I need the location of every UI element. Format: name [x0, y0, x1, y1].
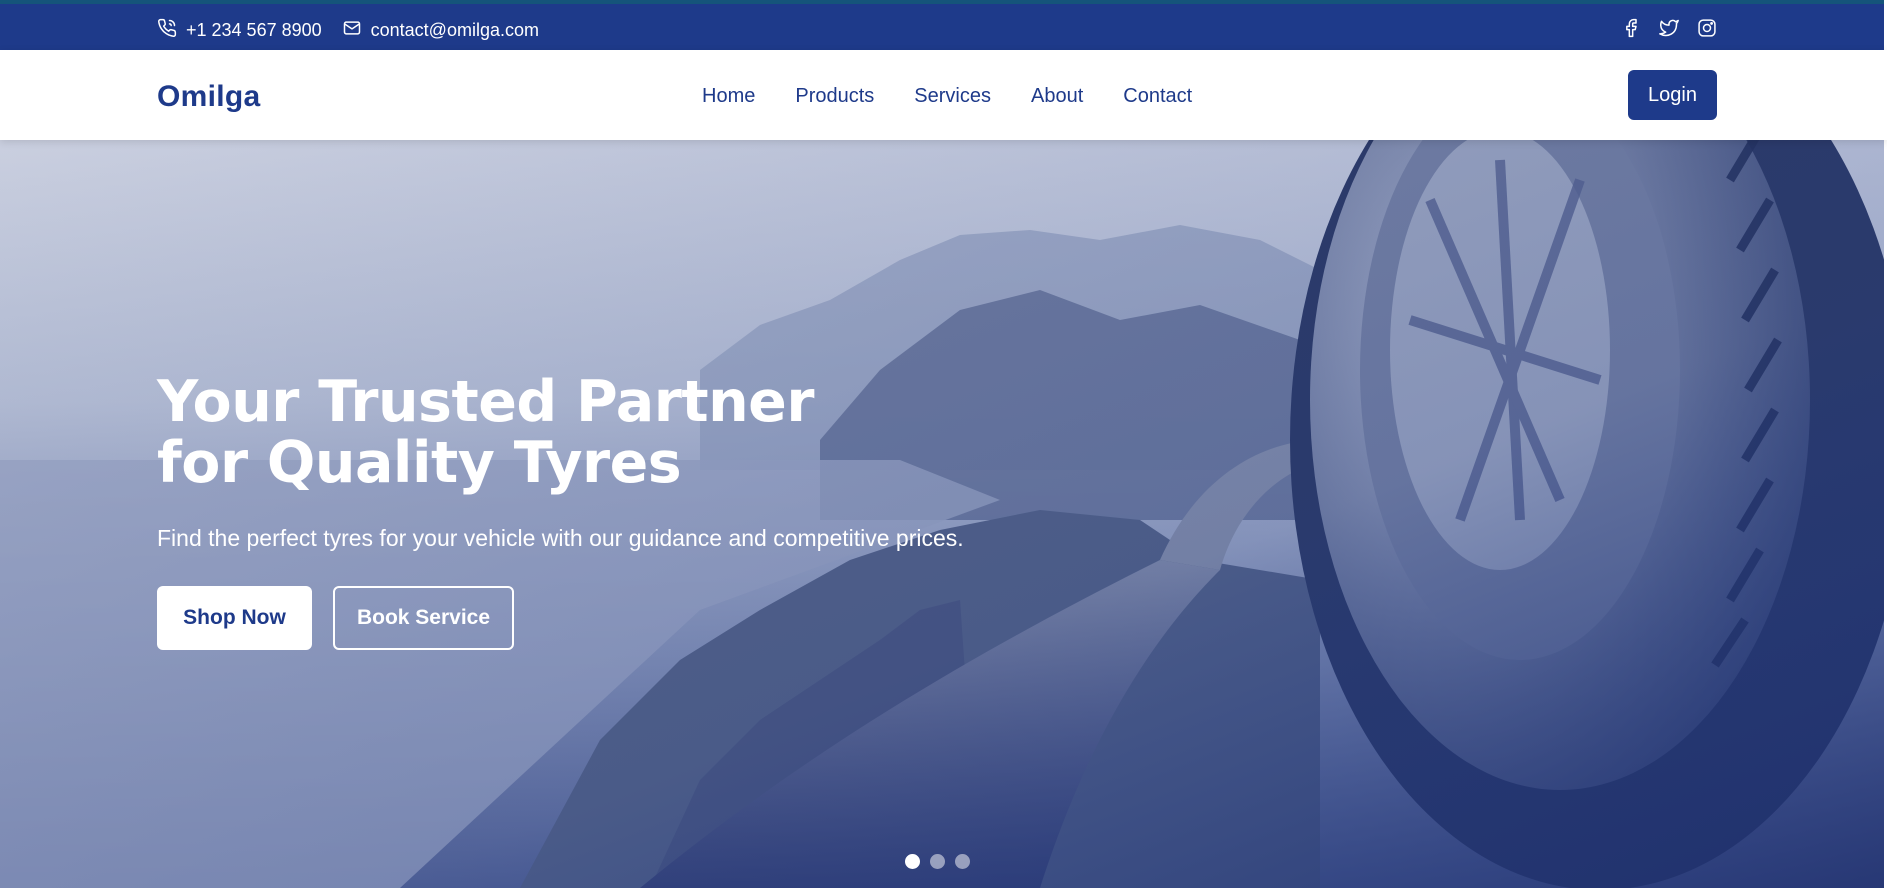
carousel-dot-1[interactable]	[905, 854, 920, 869]
phone-icon	[157, 18, 186, 43]
phone-contact[interactable]: +1 234 567 8900	[157, 18, 322, 43]
login-button[interactable]: Login	[1628, 70, 1717, 120]
hero-content: Your Trusted Partner for Quality Tyres F…	[157, 372, 964, 650]
main-navbar: Omilga Home Products Services About Cont…	[0, 50, 1887, 140]
email-address: contact@omilga.com	[370, 20, 539, 40]
hero-title: Your Trusted Partner for Quality Tyres	[157, 369, 814, 496]
book-service-button[interactable]: Book Service	[333, 586, 514, 650]
carousel-indicators	[905, 854, 980, 869]
email-contact[interactable]: contact@omilga.com	[342, 18, 539, 43]
nav-contact[interactable]: Contact	[1123, 85, 1192, 108]
nav-home[interactable]: Home	[702, 85, 755, 108]
top-contact-bar: +1 234 567 8900 contact@omilga.com	[0, 0, 1887, 50]
phone-number: +1 234 567 8900	[186, 20, 322, 40]
nav-about[interactable]: About	[1031, 85, 1083, 108]
mail-icon	[342, 18, 371, 43]
brand-logo[interactable]: Omilga	[157, 80, 261, 114]
facebook-icon[interactable]	[1621, 18, 1641, 38]
twitter-icon[interactable]	[1659, 18, 1679, 38]
contact-info: +1 234 567 8900 contact@omilga.com	[157, 18, 559, 43]
social-links	[1603, 18, 1717, 38]
hero-buttons: Shop Now Book Service	[157, 586, 964, 650]
nav-products[interactable]: Products	[795, 85, 874, 108]
carousel-dot-2[interactable]	[930, 854, 945, 869]
shop-now-button[interactable]: Shop Now	[157, 586, 312, 650]
hero-banner: Your Trusted Partner for Quality Tyres F…	[0, 140, 1884, 888]
nav-services[interactable]: Services	[914, 85, 991, 108]
main-menu: Home Products Services About Contact	[702, 85, 1232, 108]
hero-subtitle: Find the perfect tyres for your vehicle …	[157, 525, 964, 551]
instagram-icon[interactable]	[1697, 18, 1717, 38]
carousel-dot-3[interactable]	[955, 854, 970, 869]
